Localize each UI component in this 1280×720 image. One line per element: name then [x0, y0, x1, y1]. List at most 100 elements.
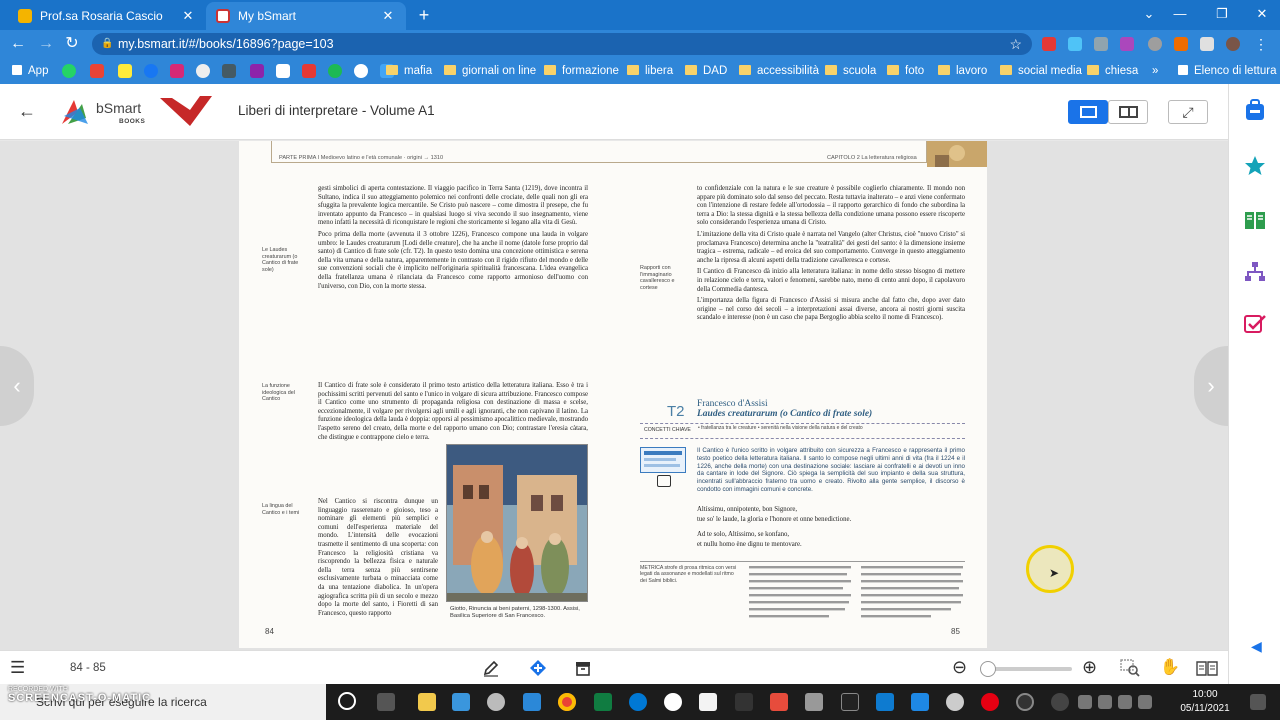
bookmark-icon[interactable] — [276, 64, 290, 78]
tray-icon[interactable] — [1078, 695, 1092, 709]
previous-page-button[interactable]: ‹ — [0, 346, 34, 426]
zoom-slider-handle[interactable] — [980, 661, 997, 677]
extension-icon[interactable] — [1148, 37, 1162, 51]
bookmark-icon[interactable] — [118, 64, 132, 78]
system-clock[interactable]: 10:00 05/11/2021 — [1170, 688, 1240, 716]
bookmark-folder-accessibilita[interactable]: accessibilità — [739, 63, 819, 79]
edge-icon[interactable] — [629, 693, 647, 711]
backpack-icon[interactable] — [1243, 98, 1267, 122]
app-icon[interactable] — [841, 693, 859, 711]
app-icon[interactable] — [664, 693, 682, 711]
extension-icon[interactable] — [1042, 37, 1056, 51]
reload-button[interactable]: ↻ — [62, 34, 82, 54]
globe-icon[interactable] — [196, 64, 210, 78]
chrome-menu-icon[interactable]: ⋮ — [1254, 37, 1268, 51]
page-indicator[interactable]: 84 - 85 — [70, 662, 106, 674]
bookmark-folder-giornali[interactable]: giornali on line — [444, 63, 536, 79]
single-page-view-button[interactable] — [1068, 100, 1108, 124]
more-bookmarks-button[interactable]: » — [1152, 63, 1158, 79]
instagram-icon[interactable] — [170, 64, 184, 78]
facebook-icon[interactable] — [144, 64, 158, 78]
powerpoint-icon[interactable] — [770, 693, 788, 711]
next-page-button[interactable]: › — [1194, 346, 1228, 426]
zoom-in-icon[interactable]: ⊕ — [1082, 657, 1097, 678]
excel-icon[interactable] — [594, 693, 612, 711]
zoom-out-icon[interactable]: ⊖ — [952, 657, 967, 678]
help-icon[interactable] — [1051, 693, 1069, 711]
notifications-icon[interactable] — [1250, 694, 1266, 710]
tab-prof-rosaria-cascio[interactable]: Prof.sa Rosaria Cascio ✕ — [8, 2, 206, 30]
extension-icon[interactable] — [1174, 37, 1188, 51]
bookmark-folder-libera[interactable]: libera — [627, 63, 673, 79]
app-icon[interactable] — [487, 693, 505, 711]
pencil-icon[interactable] — [482, 659, 500, 677]
app-icon[interactable] — [946, 693, 964, 711]
back-to-library-button[interactable]: ← — [18, 101, 36, 122]
archive-box-icon[interactable] — [574, 659, 592, 677]
tab-search-icon[interactable]: ⌄ — [1134, 4, 1164, 24]
app-icon[interactable] — [1016, 693, 1034, 711]
fullscreen-button[interactable]: ⤢ — [1168, 100, 1208, 124]
calculator-icon[interactable] — [805, 693, 823, 711]
app-icon[interactable] — [876, 693, 894, 711]
minimize-button[interactable]: — — [1165, 4, 1195, 24]
wifi-icon[interactable] — [1118, 695, 1132, 709]
whatsapp-icon[interactable] — [62, 64, 76, 78]
close-tab-icon[interactable]: ✕ — [180, 8, 196, 24]
bookmark-star-icon[interactable]: ☆ — [1009, 33, 1022, 55]
zoom-area-icon[interactable] — [1120, 659, 1140, 677]
restore-button[interactable]: ❐ — [1207, 4, 1237, 24]
chrome-icon[interactable] — [558, 693, 576, 711]
bookmark-folder-lavoro[interactable]: lavoro — [938, 63, 987, 79]
giotto-fresco-image[interactable] — [446, 444, 588, 602]
bookmark-folder-foto[interactable]: foto — [887, 63, 924, 79]
sitemap-icon[interactable] — [1243, 260, 1267, 284]
bookmark-icon[interactable] — [250, 64, 264, 78]
task-view-icon[interactable] — [377, 693, 395, 711]
extension-icon[interactable] — [1068, 37, 1082, 51]
audio-resource-box[interactable] — [640, 447, 686, 473]
app-icon[interactable] — [523, 693, 541, 711]
new-tab-button[interactable]: + — [414, 5, 434, 25]
store-icon[interactable] — [699, 693, 717, 711]
bookmark-folder-chiesa[interactable]: chiesa — [1087, 63, 1138, 79]
bookmark-folder-mafia[interactable]: mafia — [386, 63, 432, 79]
extension-icon[interactable] — [1120, 37, 1134, 51]
reading-book-icon[interactable] — [1196, 660, 1218, 676]
google-icon[interactable] — [354, 64, 368, 78]
video-player-icon[interactable] — [657, 475, 671, 487]
app-icon[interactable] — [452, 693, 470, 711]
bookmark-icon[interactable] — [222, 64, 236, 78]
volume-icon[interactable] — [1138, 695, 1152, 709]
bookmark-folder-scuola[interactable]: scuola — [825, 63, 876, 79]
mute-tab-icon[interactable] — [1094, 37, 1108, 51]
forward-button[interactable]: → — [36, 34, 56, 54]
book-icon[interactable] — [1243, 208, 1267, 232]
cortana-icon[interactable] — [338, 692, 356, 710]
bookmark-apps[interactable]: App — [12, 63, 48, 79]
collapse-sidebar-icon[interactable]: ◀ — [1251, 638, 1262, 655]
menu-icon[interactable]: ☰ — [10, 658, 25, 678]
app-icon[interactable] — [735, 693, 753, 711]
double-page-view-button[interactable] — [1108, 100, 1148, 124]
cloud-icon[interactable] — [1098, 695, 1112, 709]
bookmark-folder-social-media[interactable]: social media — [1000, 63, 1082, 79]
gmail-icon[interactable] — [90, 64, 104, 78]
bookmark-folder-dad[interactable]: DAD — [685, 63, 727, 79]
back-button[interactable]: ← — [8, 34, 28, 54]
edit-check-icon[interactable] — [1243, 312, 1267, 336]
opera-icon[interactable] — [981, 693, 999, 711]
pan-hand-icon[interactable]: ✋ — [1160, 657, 1180, 677]
address-bar[interactable]: 🔒 my.bsmart.it/#/books/16896?page=103 ☆ — [92, 33, 1032, 55]
app-icon[interactable] — [911, 693, 929, 711]
profile-avatar[interactable] — [1226, 37, 1240, 51]
star-icon[interactable] — [1243, 154, 1267, 178]
zoom-slider-track[interactable] — [984, 667, 1072, 671]
bookmark-folder-formazione[interactable]: formazione — [544, 63, 619, 79]
tab-my-bsmart[interactable]: My bSmart ✕ — [206, 2, 406, 30]
add-content-icon[interactable] — [529, 659, 547, 677]
extensions-puzzle-icon[interactable] — [1200, 37, 1214, 51]
bookmark-icon[interactable] — [302, 64, 316, 78]
reading-list-button[interactable]: Elenco di lettura — [1178, 63, 1276, 79]
spotify-icon[interactable] — [328, 64, 342, 78]
